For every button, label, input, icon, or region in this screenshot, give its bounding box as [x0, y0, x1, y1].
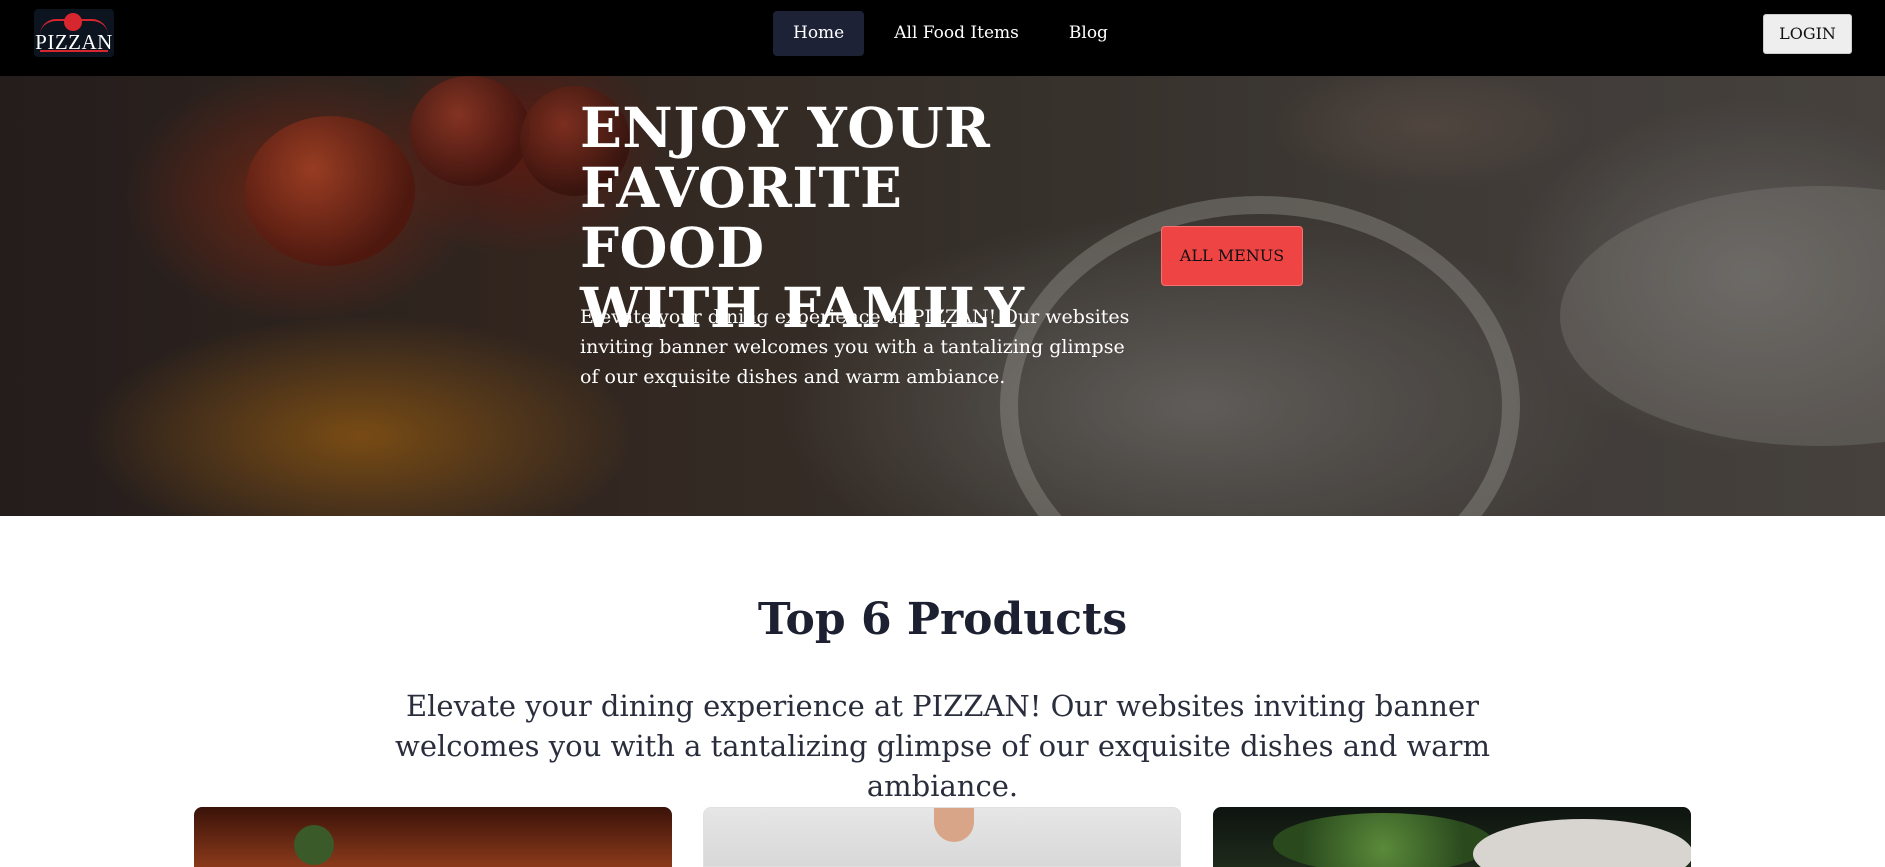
hero-description: Elevate your dining experience at PIZZAN…	[580, 306, 1130, 388]
product-image-bowl	[1473, 819, 1691, 867]
nav-link-home[interactable]: Home	[773, 11, 865, 56]
all-menus-button[interactable]: ALL MENUS	[1161, 226, 1303, 286]
products-title: Top 6 Products	[757, 594, 1128, 645]
hero-title-line: FAVORITE FOOD	[580, 155, 903, 280]
navbar: PIZZAN Home All Food Items Blog LOGIN	[0, 0, 1885, 76]
products-description: Elevate your dining experience at PIZZAN…	[395, 689, 1490, 803]
product-image	[1273, 813, 1493, 867]
nav-link-blog[interactable]: Blog	[1049, 11, 1128, 56]
login-button[interactable]: LOGIN	[1763, 14, 1852, 54]
pizzan-logo[interactable]: PIZZAN	[34, 9, 114, 57]
main-nav: Home All Food Items Blog	[773, 11, 1138, 56]
product-image	[294, 825, 334, 865]
product-card[interactable]	[703, 807, 1181, 867]
logo-pizza-icon	[64, 13, 82, 31]
hero-banner: ENJOY YOUR FAVORITE FOOD WITH FAMILY Ele…	[0, 76, 1885, 516]
nav-link-all-food-items[interactable]: All Food Items	[874, 11, 1039, 56]
logo-underline	[40, 50, 108, 52]
product-card[interactable]	[1213, 807, 1691, 867]
product-image	[934, 808, 974, 842]
hero-title-line: ENJOY YOUR	[580, 95, 991, 160]
product-card[interactable]	[194, 807, 672, 867]
